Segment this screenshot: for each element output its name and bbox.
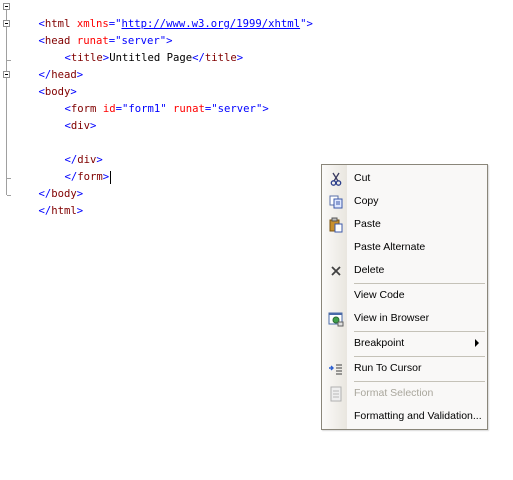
token: =" bbox=[204, 103, 218, 115]
token: Untitled Page bbox=[109, 52, 193, 64]
paste-icon bbox=[329, 217, 343, 233]
menu-item-paste[interactable]: Paste bbox=[322, 214, 487, 236]
outline-end-tick bbox=[7, 60, 11, 61]
code-line[interactable]: </div> bbox=[13, 135, 103, 166]
menu-item-copy[interactable]: Copy bbox=[322, 191, 487, 213]
submenu-arrow-icon bbox=[475, 339, 479, 347]
run-to-cursor-icon bbox=[329, 364, 342, 375]
outline-line bbox=[6, 10, 7, 195]
menu-item-cut[interactable]: Cut bbox=[322, 168, 487, 190]
token: > bbox=[76, 69, 84, 81]
code-line[interactable]: <body> bbox=[13, 67, 77, 98]
menu-item-format-selection[interactable]: Format Selection bbox=[322, 383, 487, 405]
menu-separator bbox=[354, 283, 485, 284]
code-line[interactable]: <div> bbox=[13, 101, 97, 132]
token: =" bbox=[115, 103, 129, 115]
token: "> bbox=[300, 18, 313, 30]
browser-icon bbox=[328, 312, 344, 327]
menu-item-label: View in Browser bbox=[354, 312, 430, 324]
menu-item-label: Run To Cursor bbox=[354, 362, 422, 374]
code-line[interactable]: </body> bbox=[13, 169, 84, 200]
code-line[interactable]: <head runat="server"> bbox=[13, 16, 173, 47]
collapse-html-icon[interactable] bbox=[3, 3, 10, 10]
token: </ bbox=[38, 205, 52, 217]
copy-icon bbox=[329, 195, 343, 209]
token: " bbox=[160, 103, 173, 115]
delete-x-icon bbox=[331, 266, 341, 276]
token: > bbox=[90, 120, 97, 132]
outline-end-tick bbox=[7, 195, 11, 196]
menu-separator bbox=[354, 331, 485, 332]
code-line[interactable]: <html xmlns="http://www.w3.org/1999/xhtm… bbox=[13, 0, 313, 30]
menu-separator bbox=[354, 381, 485, 382]
token: </ bbox=[192, 52, 205, 64]
context-menu: Cut Copy Paste Paste Alternate Delete Vi… bbox=[321, 164, 488, 430]
token: form1 bbox=[128, 103, 161, 115]
menu-item-label: Paste bbox=[354, 218, 381, 230]
menu-item-view-code[interactable]: View Code bbox=[322, 285, 487, 307]
menu-item-label: Copy bbox=[354, 195, 379, 207]
token: > bbox=[236, 52, 244, 64]
menu-item-run-to-cursor[interactable]: Run To Cursor bbox=[322, 358, 487, 380]
text-caret bbox=[110, 170, 112, 184]
token: div bbox=[70, 120, 91, 132]
menu-item-paste-alternate[interactable]: Paste Alternate bbox=[322, 237, 487, 259]
code-line[interactable]: </head> bbox=[13, 50, 84, 81]
code-line[interactable]: <title>Untitled Page</title> bbox=[13, 33, 244, 64]
menu-item-label: View Code bbox=[354, 289, 405, 301]
token: html bbox=[51, 205, 77, 217]
token: > bbox=[76, 205, 84, 217]
menu-item-label: Paste Alternate bbox=[354, 241, 426, 253]
menu-item-label: Formatting and Validation... bbox=[354, 410, 482, 422]
menu-item-view-in-browser[interactable]: View in Browser bbox=[322, 308, 487, 330]
menu-item-label: Breakpoint bbox=[354, 337, 405, 349]
menu-item-delete[interactable]: Delete bbox=[322, 260, 487, 282]
code-line[interactable]: <form id="form1" runat="server"> bbox=[13, 84, 269, 115]
token: id bbox=[102, 103, 116, 115]
token: runat bbox=[173, 103, 205, 115]
menu-item-formatting-and-validation[interactable]: Formatting and Validation... bbox=[322, 406, 487, 428]
menu-separator bbox=[354, 356, 485, 357]
token: > bbox=[102, 171, 110, 183]
scissors-icon bbox=[330, 172, 342, 186]
code-line[interactable]: </html> bbox=[13, 186, 84, 217]
menu-item-label: Format Selection bbox=[354, 387, 434, 399]
code-line[interactable]: </form> bbox=[13, 152, 112, 184]
menu-item-label: Cut bbox=[354, 172, 371, 184]
menu-item-breakpoint[interactable]: Breakpoint bbox=[322, 333, 487, 355]
token: title bbox=[204, 52, 237, 64]
collapse-body-icon[interactable] bbox=[3, 71, 10, 78]
outline-end-tick bbox=[7, 178, 11, 179]
token: "> bbox=[255, 103, 269, 115]
format-selection-icon bbox=[330, 386, 342, 402]
menu-item-label: Delete bbox=[354, 264, 385, 276]
token: server bbox=[217, 103, 256, 115]
collapse-head-icon[interactable] bbox=[3, 20, 10, 27]
